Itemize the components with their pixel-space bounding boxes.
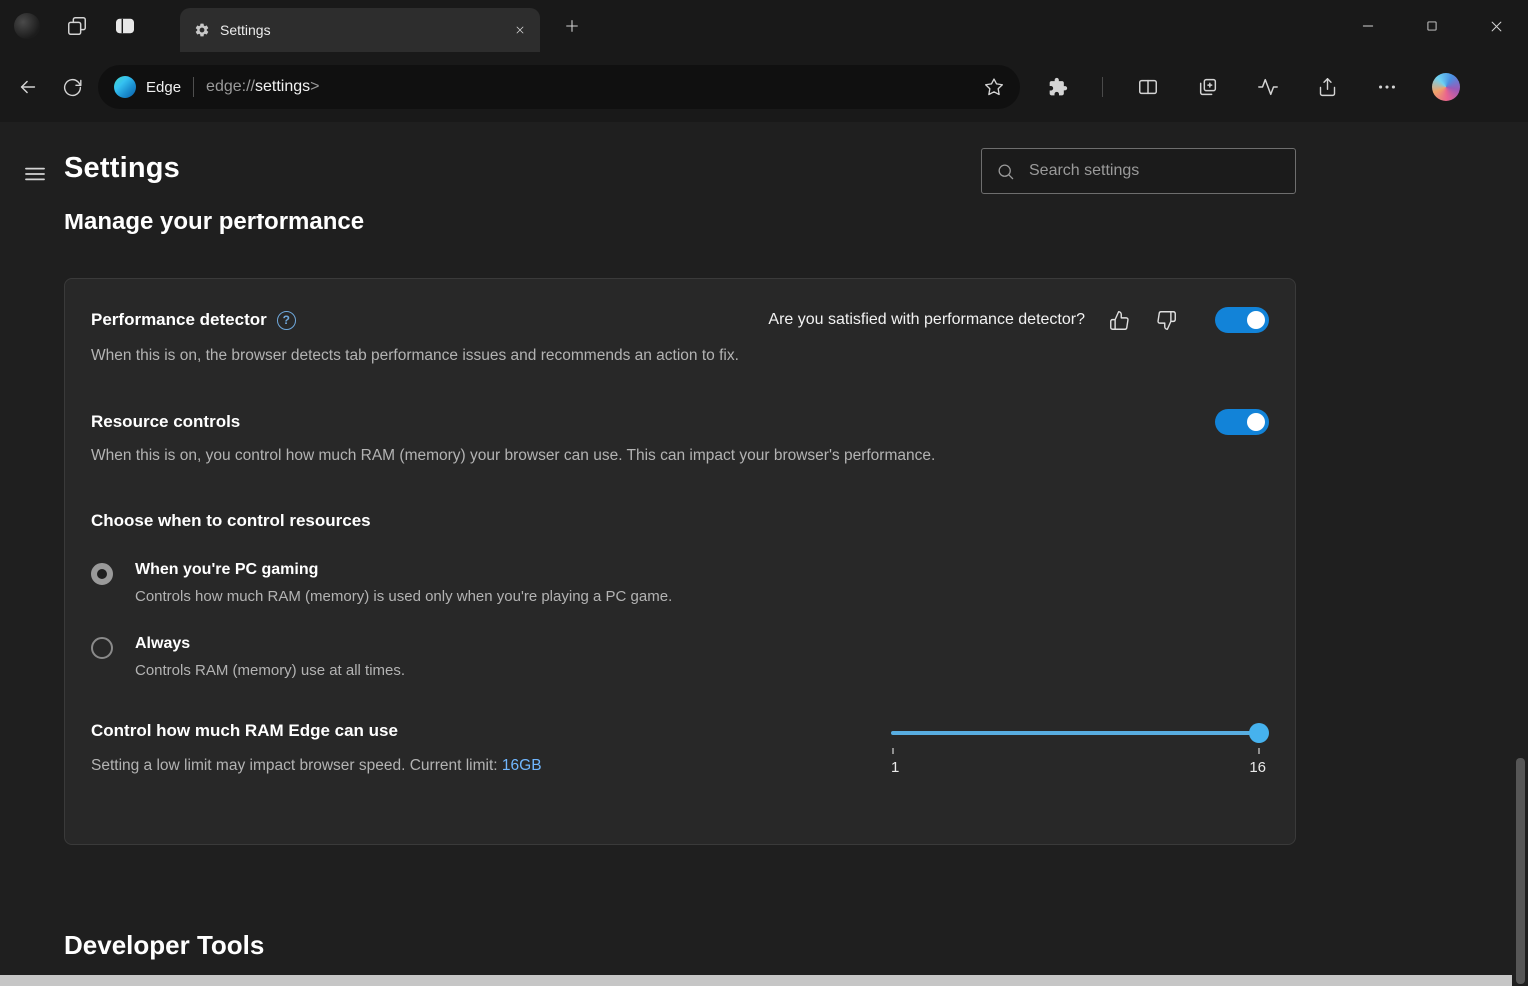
ram-limit-row: Control how much RAM Edge can use Settin… xyxy=(91,721,1269,776)
extensions-icon[interactable] xyxy=(1044,73,1072,101)
slider-max-label: 16 xyxy=(1249,759,1266,776)
toolbar-divider xyxy=(1102,77,1103,97)
favorite-star-icon[interactable] xyxy=(984,77,1004,97)
section-heading: Manage your performance xyxy=(64,214,364,247)
tab-title: Settings xyxy=(220,22,504,38)
profile-avatar[interactable] xyxy=(14,13,40,39)
slider-labels: 1 16 xyxy=(891,759,1269,776)
split-screen-icon[interactable] xyxy=(1133,72,1163,102)
browser-essentials-icon[interactable] xyxy=(1253,72,1283,102)
tab-close-icon[interactable] xyxy=(514,24,526,36)
next-section-edge xyxy=(0,975,1512,986)
performance-detector-description: When this is on, the browser detects tab… xyxy=(91,347,1269,365)
performance-detector-toggle[interactable] xyxy=(1215,307,1269,333)
settings-and-more-icon[interactable] xyxy=(1372,72,1402,102)
feedback-question: Are you satisfied with performance detec… xyxy=(768,311,1085,329)
radio-unselected-icon[interactable] xyxy=(91,637,113,659)
performance-detector-title: Performance detector xyxy=(91,310,267,330)
choose-resources-heading: Choose when to control resources xyxy=(91,511,1269,531)
tick-max xyxy=(1258,748,1260,754)
vertical-scrollbar[interactable] xyxy=(1516,758,1525,984)
search-input[interactable] xyxy=(1027,161,1281,181)
option-pc-gaming[interactable]: When you're PC gaming Controls how much … xyxy=(91,561,1269,605)
tab-bar: Settings xyxy=(0,0,1528,52)
radio-selected-icon[interactable] xyxy=(91,563,113,585)
menu-icon[interactable] xyxy=(22,163,48,185)
back-button[interactable] xyxy=(6,65,50,109)
resource-controls-title: Resource controls xyxy=(91,412,240,432)
collections-icon[interactable] xyxy=(1193,72,1223,102)
url-scheme: edge:// xyxy=(206,78,255,96)
close-button[interactable] xyxy=(1464,0,1528,52)
resource-controls-description: When this is on, you control how much RA… xyxy=(91,447,1269,465)
resource-controls-toggle[interactable] xyxy=(1215,409,1269,435)
help-icon[interactable]: ? xyxy=(277,311,296,330)
refresh-button[interactable] xyxy=(50,65,94,109)
toggle-knob xyxy=(1247,413,1265,431)
resource-controls-row: Resource controls xyxy=(91,409,1269,435)
tab-settings[interactable]: Settings xyxy=(180,8,540,52)
option-pc-gaming-label: When you're PC gaming xyxy=(135,561,672,579)
workspaces-icon[interactable] xyxy=(66,15,88,37)
current-limit-link[interactable]: 16GB xyxy=(502,757,542,774)
performance-detector-row: Performance detector ? Are you satisfied… xyxy=(91,307,1269,333)
ram-limit-description-text: Setting a low limit may impact browser s… xyxy=(91,757,502,774)
option-always[interactable]: Always Controls RAM (memory) use at all … xyxy=(91,635,1269,679)
toggle-knob xyxy=(1247,311,1265,329)
ram-limit-title: Control how much RAM Edge can use xyxy=(91,721,891,741)
new-tab-button[interactable] xyxy=(558,12,586,40)
ram-slider[interactable]: 1 16 xyxy=(891,723,1269,776)
copilot-icon[interactable] xyxy=(1432,73,1460,101)
url-text: edge://settings> xyxy=(206,78,319,96)
ram-slider-knob[interactable] xyxy=(1249,723,1269,743)
option-always-description: Controls RAM (memory) use at all times. xyxy=(135,662,405,679)
address-bar[interactable]: Edge edge://settings> xyxy=(98,65,1020,109)
navigation-toolbar: Edge edge://settings> xyxy=(0,52,1528,122)
search-icon xyxy=(996,162,1015,181)
ram-slider-track[interactable] xyxy=(891,723,1269,743)
option-pc-gaming-description: Controls how much RAM (memory) is used o… xyxy=(135,588,672,605)
settings-search[interactable] xyxy=(981,148,1296,194)
url-path: settings xyxy=(255,78,310,96)
ram-limit-description: Setting a low limit may impact browser s… xyxy=(91,757,891,775)
address-divider xyxy=(193,77,194,97)
developer-tools-heading: Developer Tools xyxy=(64,930,264,961)
performance-card: Performance detector ? Are you satisfied… xyxy=(64,278,1296,845)
thumbs-down-icon[interactable] xyxy=(1154,308,1179,333)
site-name: Edge xyxy=(146,79,181,96)
option-always-label: Always xyxy=(135,635,405,653)
slider-track-fill xyxy=(891,731,1259,735)
slider-min-label: 1 xyxy=(891,759,899,776)
minimize-button[interactable] xyxy=(1336,0,1400,52)
tab-actions-icon[interactable] xyxy=(114,17,136,35)
slider-ticks xyxy=(891,748,1269,756)
page-title: Settings xyxy=(64,152,180,185)
tick-min xyxy=(892,748,894,754)
maximize-button[interactable] xyxy=(1400,0,1464,52)
url-suffix: > xyxy=(310,78,319,96)
edge-logo-icon xyxy=(114,76,136,98)
share-icon[interactable] xyxy=(1313,73,1342,102)
gear-icon xyxy=(194,22,210,38)
thumbs-up-icon[interactable] xyxy=(1107,308,1132,333)
